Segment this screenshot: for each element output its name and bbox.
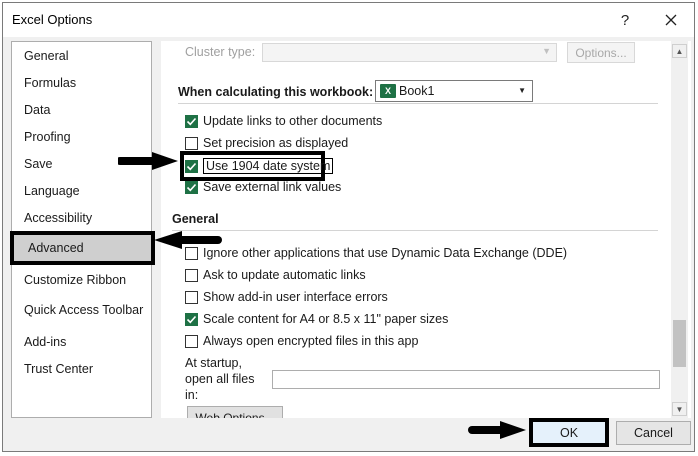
annotation-arrow-icon [118, 152, 178, 170]
section-divider [178, 103, 658, 104]
chevron-down-icon: ▼ [542, 46, 551, 56]
calc-section-heading: When calculating this workbook: [178, 85, 374, 99]
checkmark-icon [186, 162, 197, 170]
cluster-type-label: Cluster type: [185, 45, 256, 59]
checkbox[interactable] [185, 290, 198, 304]
advanced-options-panel: Cluster type: ▼ Options... When calculat… [161, 41, 691, 418]
close-button[interactable] [655, 7, 687, 33]
sidebar-item-formulas[interactable]: Formulas [24, 76, 76, 90]
web-options-button[interactable]: Web Options... [187, 406, 283, 418]
startup-label-line2: open all files [185, 372, 255, 386]
checkmark-icon [186, 315, 197, 323]
sidebar-item-add-ins[interactable]: Add-ins [24, 335, 66, 349]
sidebar-item-save[interactable]: Save [24, 157, 53, 171]
scroll-up-icon[interactable]: ▲ [672, 44, 687, 58]
option-1904-date-system[interactable]: Use 1904 date system [185, 158, 334, 174]
cluster-type-select: ▼ [262, 43, 557, 62]
option-set-precision[interactable]: Set precision as displayed [185, 136, 348, 150]
checkbox[interactable] [185, 136, 198, 150]
option-label: Show add-in user interface errors [203, 290, 388, 304]
option-label: Save external link values [203, 180, 342, 194]
checkbox[interactable] [185, 268, 198, 282]
startup-folder-input[interactable] [272, 370, 660, 389]
workbook-select[interactable]: X Book1 ▼ [375, 80, 533, 102]
annotation-arrow-icon [468, 421, 526, 439]
section-divider [172, 230, 658, 231]
annotation-arrow-icon [154, 231, 222, 249]
option-scale-content[interactable]: Scale content for A4 or 8.5 x 11" paper … [185, 312, 448, 326]
general-section-heading: General [172, 212, 219, 226]
chevron-down-icon: ▼ [518, 86, 526, 95]
checkbox[interactable] [185, 180, 198, 194]
option-show-addin-errors[interactable]: Show add-in user interface errors [185, 290, 388, 304]
option-label: Ask to update automatic links [203, 268, 366, 282]
options-sidebar: General Formulas Data Proofing Save Lang… [10, 41, 155, 418]
sidebar-item-data[interactable]: Data [24, 103, 50, 117]
sidebar-item-language[interactable]: Language [24, 184, 80, 198]
checkbox[interactable] [185, 159, 198, 173]
vertical-scrollbar[interactable]: ▲ ▼ [671, 41, 688, 418]
option-label: Update links to other documents [203, 114, 383, 128]
option-save-external-link-values[interactable]: Save external link values [185, 180, 341, 194]
checkbox[interactable] [185, 312, 198, 326]
option-label: Set precision as displayed [203, 136, 349, 150]
sidebar-item-accessibility[interactable]: Accessibility [24, 211, 92, 225]
help-button[interactable]: ? [609, 7, 641, 33]
cancel-button[interactable]: Cancel [616, 421, 691, 445]
cluster-options-button: Options... [567, 42, 635, 63]
option-ignore-dde[interactable]: Ignore other applications that use Dynam… [185, 246, 567, 260]
excel-options-dialog: Excel Options ? General Formulas Data Pr… [2, 2, 695, 452]
startup-label-line1: At startup, [185, 356, 242, 370]
option-label: Use 1904 date system [203, 158, 334, 174]
sidebar-item-customize-ribbon[interactable]: Customize Ribbon [24, 273, 126, 287]
dialog-title: Excel Options [12, 12, 93, 27]
option-open-encrypted-files[interactable]: Always open encrypted files in this app [185, 334, 418, 348]
help-icon: ? [620, 11, 630, 29]
sidebar-item-trust-center[interactable]: Trust Center [24, 362, 93, 376]
sidebar-item-proofing[interactable]: Proofing [24, 130, 71, 144]
scroll-down-icon[interactable]: ▼ [672, 402, 687, 416]
excel-workbook-icon: X [380, 84, 396, 98]
checkmark-icon [186, 183, 197, 191]
option-label: Scale content for A4 or 8.5 x 11" paper … [203, 312, 449, 326]
sidebar-item-quick-access-toolbar[interactable]: Quick Access Toolbar [24, 303, 143, 317]
ok-button[interactable]: OK [529, 418, 609, 447]
option-ask-update-links[interactable]: Ask to update automatic links [185, 268, 366, 282]
close-icon [665, 14, 677, 26]
checkbox[interactable] [185, 334, 198, 348]
option-label: Ignore other applications that use Dynam… [203, 246, 568, 260]
title-bar: Excel Options ? [3, 3, 694, 37]
scrollbar-thumb[interactable] [673, 320, 686, 367]
option-label: Always open encrypted files in this app [203, 334, 419, 348]
startup-label-line3: in: [185, 388, 199, 402]
sidebar-item-advanced[interactable]: Advanced [10, 231, 155, 265]
checkmark-icon [186, 117, 197, 125]
sidebar-item-general[interactable]: General [24, 49, 68, 63]
checkbox[interactable] [185, 114, 198, 128]
workbook-select-value: Book1 [399, 84, 435, 98]
option-update-links[interactable]: Update links to other documents [185, 114, 382, 128]
